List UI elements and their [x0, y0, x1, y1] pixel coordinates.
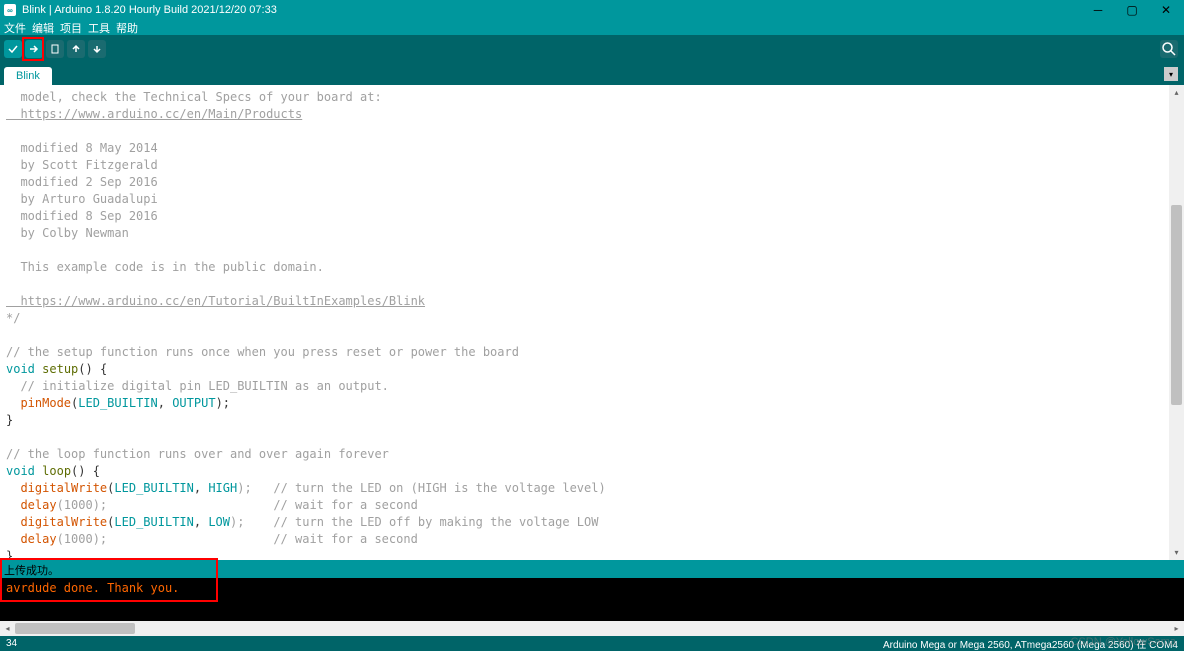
- code-comment: modified 8 May 2014: [6, 141, 158, 155]
- const-output: OUTPUT: [172, 396, 215, 410]
- menu-tools[interactable]: 工具: [88, 20, 110, 36]
- title-bar: ∞ Blink | Arduino 1.8.20 Hourly Build 20…: [0, 0, 1184, 20]
- fn-delay: delay: [20, 498, 56, 512]
- fn-digitalwrite: digitalWrite: [20, 515, 107, 529]
- upload-button[interactable]: [25, 40, 43, 58]
- menu-file[interactable]: 文件: [4, 20, 26, 36]
- status-bar: 上传成功。: [0, 560, 1184, 578]
- tab-blink[interactable]: Blink: [4, 67, 52, 85]
- code-comment: // the setup function runs once when you…: [6, 345, 519, 359]
- open-button[interactable]: [67, 40, 85, 58]
- maximize-button[interactable]: ▢: [1126, 4, 1138, 16]
- serial-monitor-button[interactable]: [1160, 40, 1178, 58]
- verify-button[interactable]: [4, 40, 22, 58]
- kw-void: void: [6, 464, 35, 478]
- menu-edit[interactable]: 编辑: [32, 20, 54, 36]
- const-led: LED_BUILTIN: [114, 481, 193, 495]
- close-button[interactable]: ✕: [1160, 4, 1172, 16]
- vertical-scrollbar[interactable]: ▴ ▾: [1169, 85, 1184, 560]
- toolbar: [0, 35, 1184, 63]
- code-comment: by Scott Fitzgerald: [6, 158, 158, 172]
- scroll-up-icon[interactable]: ▴: [1169, 85, 1184, 100]
- code-editor[interactable]: model, check the Technical Specs of your…: [0, 85, 1169, 560]
- scroll-right-icon[interactable]: ▸: [1169, 621, 1184, 636]
- window-title: Blink | Arduino 1.8.20 Hourly Build 2021…: [22, 4, 1092, 16]
- const-low: LOW: [208, 515, 230, 529]
- code-comment: modified 8 Sep 2016: [6, 209, 158, 223]
- scroll-left-icon[interactable]: ◂: [0, 621, 15, 636]
- code-link: https://www.arduino.cc/en/Tutorial/Built…: [6, 294, 425, 308]
- const-led: LED_BUILTIN: [114, 515, 193, 529]
- scroll-thumb[interactable]: [1171, 205, 1182, 405]
- scroll-thumb[interactable]: [15, 623, 135, 634]
- tab-menu-button[interactable]: ▾: [1164, 67, 1178, 81]
- code-comment: // the loop function runs over and over …: [6, 447, 389, 461]
- save-button[interactable]: [88, 40, 106, 58]
- code-comment-end: */: [6, 311, 20, 325]
- fn-delay: delay: [20, 532, 56, 546]
- status-message: 上传成功。: [4, 565, 59, 577]
- horizontal-scrollbar[interactable]: ◂ ▸: [0, 621, 1184, 636]
- code-comment: This example code is in the public domai…: [6, 260, 324, 274]
- new-button[interactable]: [46, 40, 64, 58]
- editor-area: model, check the Technical Specs of your…: [0, 85, 1184, 560]
- code-comment: modified 2 Sep 2016: [6, 175, 158, 189]
- menu-sketch[interactable]: 项目: [60, 20, 82, 36]
- fn-pinmode: pinMode: [20, 396, 71, 410]
- code-comment: // initialize digital pin LED_BUILTIN as…: [6, 379, 389, 393]
- console-line: avrdude done. Thank you.: [6, 581, 179, 595]
- fn-loop: loop: [42, 464, 71, 478]
- footer-bar: 34 Arduino Mega or Mega 2560, ATmega2560…: [0, 636, 1184, 651]
- line-number: 34: [6, 638, 17, 649]
- code-link: https://www.arduino.cc/en/Main/Products: [6, 107, 302, 121]
- kw-void: void: [6, 362, 35, 376]
- code-comment: by Colby Newman: [6, 226, 129, 240]
- code-comment: by Arturo Guadalupi: [6, 192, 158, 206]
- menu-help[interactable]: 帮助: [116, 20, 138, 36]
- fn-setup: setup: [42, 362, 78, 376]
- minimize-button[interactable]: ─: [1092, 4, 1104, 16]
- tab-row: Blink ▾: [0, 63, 1184, 85]
- menu-bar: 文件 编辑 项目 工具 帮助: [0, 20, 1184, 35]
- code-comment: model, check the Technical Specs of your…: [6, 90, 382, 104]
- fn-digitalwrite: digitalWrite: [20, 481, 107, 495]
- output-console[interactable]: avrdude done. Thank you.: [0, 578, 1184, 621]
- scroll-down-icon[interactable]: ▾: [1169, 545, 1184, 560]
- board-info: Arduino Mega or Mega 2560, ATmega2560 (M…: [883, 636, 1178, 651]
- arduino-logo-icon: ∞: [4, 4, 16, 16]
- const-led: LED_BUILTIN: [78, 396, 157, 410]
- const-high: HIGH: [208, 481, 237, 495]
